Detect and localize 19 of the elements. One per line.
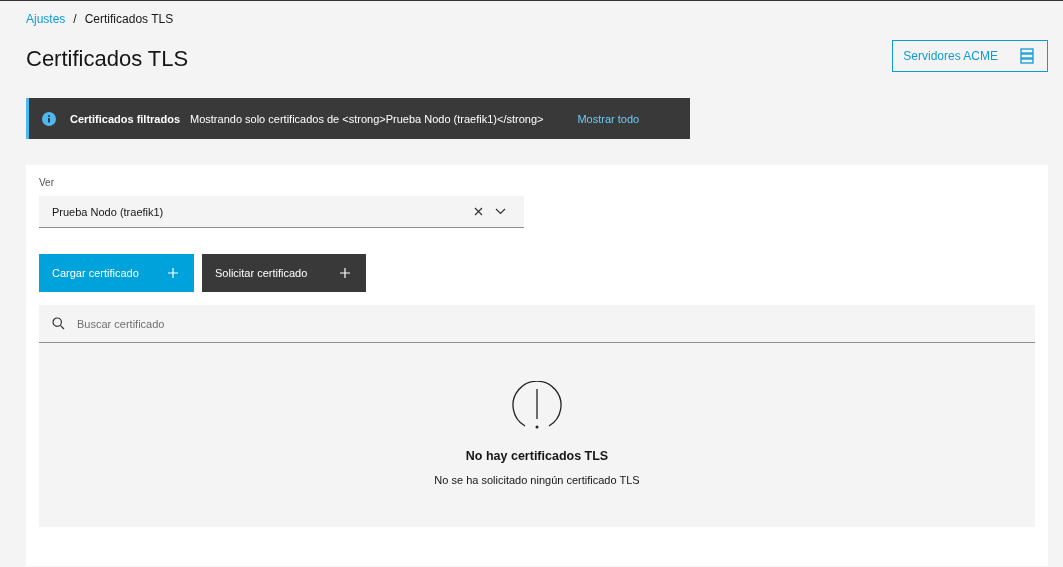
- view-select[interactable]: Prueba Nodo (traefik1): [39, 196, 524, 228]
- server-stack-icon: [1020, 48, 1034, 64]
- search-icon: [52, 317, 65, 330]
- show-all-link[interactable]: Mostrar todo: [577, 112, 640, 125]
- empty-state-message: No se ha solicitado ningún certificado TLS: [434, 474, 640, 486]
- field-label: Ver: [39, 177, 55, 188]
- notification-title: Certificados filtrados: [70, 112, 181, 125]
- action-button[interactable]: Solicitar certificado: [202, 254, 366, 292]
- chevron-down-icon: [495, 208, 506, 215]
- plus-icon: [340, 268, 350, 278]
- page-title: Certificados TLS: [26, 46, 189, 72]
- breadcrumb-separator: /: [73, 12, 77, 26]
- clear-icon: [474, 207, 483, 216]
- notification-message: Mostrando solo certificados de <strong>Prueba Nodo (traefik1)</strong>: [190, 112, 544, 125]
- search-field[interactable]: Buscar certificado: [39, 305, 1035, 343]
- empty-state-title: No hay certificados TLS: [465, 449, 609, 463]
- breadcrumb-current: Certificados TLS: [84, 12, 174, 26]
- info-icon: [42, 111, 56, 126]
- plus-icon: [168, 268, 178, 278]
